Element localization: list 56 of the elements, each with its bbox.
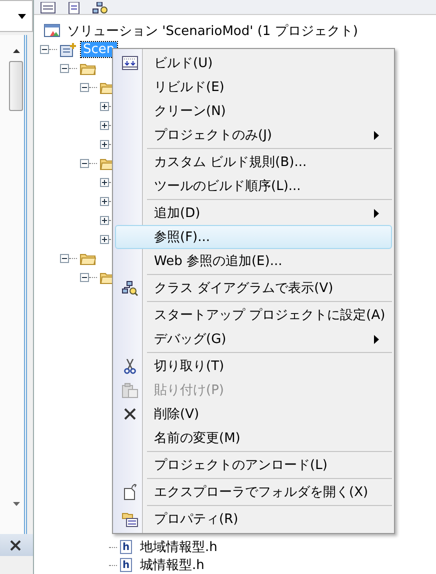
- delete-icon: [124, 408, 136, 420]
- collapse-icon[interactable]: [80, 273, 89, 282]
- collapse-icon[interactable]: [60, 254, 69, 263]
- clipboard-icon: [122, 382, 138, 398]
- expand-icon[interactable]: [100, 121, 109, 130]
- expand-icon[interactable]: [100, 197, 109, 206]
- collapse-icon[interactable]: [80, 159, 89, 168]
- menu-item[interactable]: 名前の変更(M): [115, 426, 392, 450]
- menu-item[interactable]: スタートアップ プロジェクトに設定(A): [115, 303, 392, 327]
- menu-item[interactable]: リビルド(E): [115, 75, 392, 99]
- menu-item[interactable]: 削除(V): [115, 402, 392, 426]
- properties-icon[interactable]: [40, 2, 56, 14]
- menu-item[interactable]: プロパティ(R): [115, 507, 392, 531]
- scroll-thumb[interactable]: [9, 61, 23, 111]
- menu-item[interactable]: プロジェクトのみ(J): [115, 123, 392, 147]
- scroll-up-icon[interactable]: [12, 49, 20, 53]
- menu-item[interactable]: クラス ダイアグラムで表示(V): [115, 276, 392, 300]
- collapse-icon[interactable]: [40, 45, 49, 54]
- expand-icon[interactable]: [100, 102, 109, 111]
- scroll-down-icon[interactable]: [12, 502, 20, 506]
- menu-item[interactable]: クリーン(N): [115, 99, 392, 123]
- menu-item[interactable]: 参照(F)...: [115, 225, 392, 249]
- dropdown-arrow-icon: [18, 14, 26, 18]
- tree-item[interactable]: 地域情報型.h: [138, 538, 220, 556]
- expand-icon[interactable]: [100, 235, 109, 244]
- properties-icon: [122, 512, 138, 526]
- menu-item[interactable]: エクスプローラでフォルダを開く(X): [115, 480, 392, 504]
- solution-icon: [44, 24, 60, 38]
- folder-icon: [80, 62, 96, 75]
- collapse-icon[interactable]: [80, 83, 89, 92]
- header-file-icon: h: [120, 558, 132, 572]
- tree-item[interactable]: ソリューション 'ScenarioMod' (1 プロジェクト): [65, 22, 360, 40]
- scrollbar[interactable]: [0, 35, 27, 534]
- menu-item[interactable]: ビルド(U): [115, 51, 392, 75]
- menu-item[interactable]: プロジェクトのアンロード(L): [115, 453, 392, 477]
- folder-icon: [80, 252, 96, 265]
- expand-icon[interactable]: [100, 178, 109, 187]
- document-icon[interactable]: [66, 2, 82, 14]
- expand-icon[interactable]: [100, 216, 109, 225]
- build-icon: [122, 56, 138, 70]
- tree-item[interactable]: 城情報型.h: [138, 556, 206, 574]
- menu-item[interactable]: Web 参照の追加(E)...: [115, 249, 392, 273]
- diagram-search-icon[interactable]: [92, 2, 108, 14]
- close-icon[interactable]: [10, 540, 21, 550]
- collapse-icon[interactable]: [60, 64, 69, 73]
- header-file-icon: h: [120, 540, 132, 554]
- project-icon: [60, 42, 76, 56]
- scissors-icon: [124, 358, 136, 374]
- document-icon: [124, 484, 136, 500]
- menu-item[interactable]: カスタム ビルド規則(B)...: [115, 150, 392, 174]
- expand-icon[interactable]: [100, 140, 109, 149]
- menu-item[interactable]: 切り取り(T): [115, 354, 392, 378]
- menu-item[interactable]: 追加(D): [115, 201, 392, 225]
- diagram-search-icon: [122, 280, 138, 296]
- menu-item[interactable]: ツールのビルド順序(L)...: [115, 174, 392, 198]
- menu-item[interactable]: デバッグ(G): [115, 327, 392, 351]
